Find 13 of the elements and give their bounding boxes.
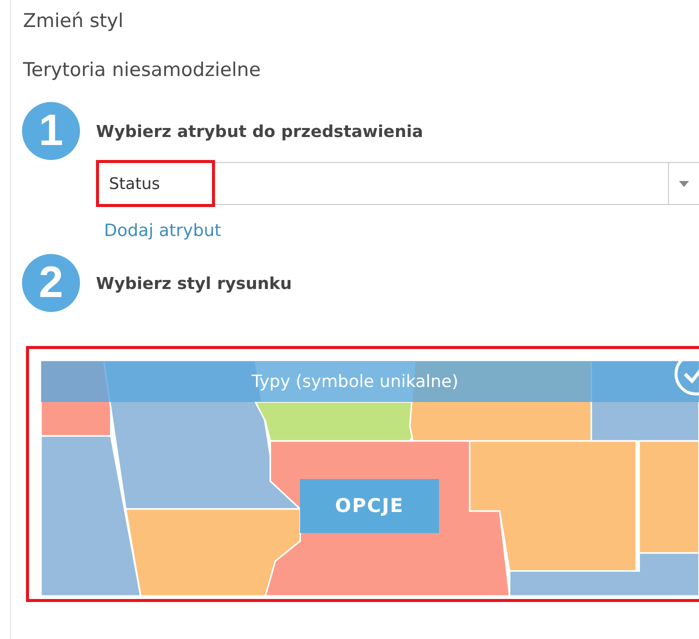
layer-name: Terytoria niesamodzielne [23, 59, 262, 83]
caret-icon [679, 180, 689, 186]
attribute-dropdown[interactable]: Status [98, 162, 699, 205]
panel-title: Zmień styl [23, 10, 124, 34]
step-label: Wybierz styl rysunku [96, 274, 292, 292]
style-label: Typy (symbole unikalne) [250, 370, 460, 394]
step-number-badge: 1 [22, 102, 80, 160]
step-number-badge: 2 [22, 254, 80, 312]
options-button[interactable]: OPCJE [300, 479, 439, 533]
style-card[interactable]: Typy (symbole unikalne) OPCJE [26, 346, 699, 602]
add-attribute-link[interactable]: Dodaj atrybut [104, 221, 222, 241]
dropdown-value: Status [96, 160, 215, 207]
step-label: Wybierz atrybut do przedstawienia [96, 122, 424, 140]
